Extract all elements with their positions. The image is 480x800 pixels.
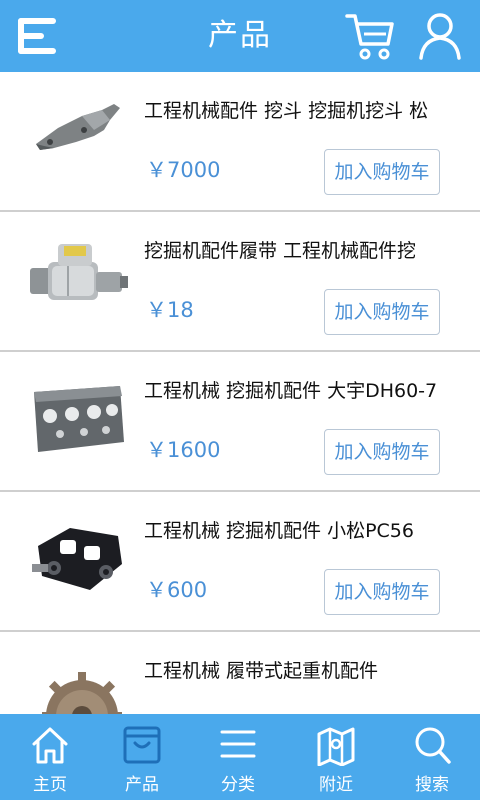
product-image	[34, 386, 124, 452]
add-to-cart-button[interactable]: 加入购物车	[324, 289, 440, 335]
bottom-tab-bar: 主页 产品 分类 附近 搜索	[0, 714, 480, 800]
product-name[interactable]: 工程机械 履带式起重机配件	[144, 656, 474, 686]
tab-category[interactable]: 分类	[190, 714, 286, 800]
product-price: ￥18	[146, 298, 194, 322]
tab-category-label: 分类	[221, 775, 255, 795]
user-icon	[419, 13, 461, 60]
add-to-cart-button[interactable]: 加入购物车	[324, 149, 440, 195]
tab-nearby-label: 附近	[319, 775, 353, 795]
map-icon	[317, 727, 355, 766]
page-title: 产品	[208, 18, 272, 53]
add-to-cart-button[interactable]: 加入购物车	[324, 569, 440, 615]
tab-home-label: 主页	[33, 775, 67, 795]
cart-button[interactable]	[344, 10, 396, 62]
add-to-cart-button[interactable]: 加入购物车	[324, 429, 440, 475]
product-item[interactable]: 工程机械 履带式起重机配件	[0, 632, 480, 714]
product-image	[30, 244, 128, 300]
tab-products-label: 产品	[125, 775, 159, 795]
cart-icon	[345, 14, 394, 60]
category-icon	[220, 730, 256, 758]
product-item[interactable]: 工程机械 挖掘机配件 大宇DH60-7 ￥1600 加入购物车	[0, 352, 480, 492]
product-item[interactable]: 工程机械 挖掘机配件 小松PC56 ￥600 加入购物车	[0, 492, 480, 632]
product-image	[32, 528, 122, 590]
product-item[interactable]: 工程机械配件 挖斗 挖掘机挖斗 松 ￥7000 加入购物车	[0, 72, 480, 212]
user-button[interactable]	[418, 10, 462, 62]
tab-search[interactable]: 搜索	[384, 714, 480, 800]
product-price: ￥1600	[146, 438, 221, 462]
tab-nearby[interactable]: 附近	[288, 714, 384, 800]
product-price: ￥600	[146, 578, 208, 602]
product-image	[42, 672, 122, 714]
product-name[interactable]: 工程机械配件 挖斗 挖掘机挖斗 松	[144, 96, 474, 126]
product-name[interactable]: 工程机械 挖掘机配件 大宇DH60-7	[144, 376, 474, 406]
product-name[interactable]: 工程机械 挖掘机配件 小松PC56	[144, 516, 474, 546]
product-price: ￥7000	[146, 158, 221, 182]
product-item[interactable]: 挖掘机配件履带 工程机械配件挖 ￥18 加入购物车	[0, 212, 480, 352]
product-name[interactable]: 挖掘机配件履带 工程机械配件挖	[144, 236, 474, 266]
search-icon	[415, 727, 451, 764]
tab-home[interactable]: 主页	[2, 714, 98, 800]
home-icon	[32, 727, 68, 764]
tab-search-label: 搜索	[415, 775, 449, 795]
product-list[interactable]: 工程机械配件 挖斗 挖掘机挖斗 松 ￥7000 加入购物车 挖掘机配件履带 工程…	[0, 72, 480, 714]
top-bar: 产品	[0, 0, 480, 72]
product-icon	[123, 726, 161, 764]
product-image	[36, 104, 120, 150]
tab-products[interactable]: 产品	[94, 714, 190, 800]
